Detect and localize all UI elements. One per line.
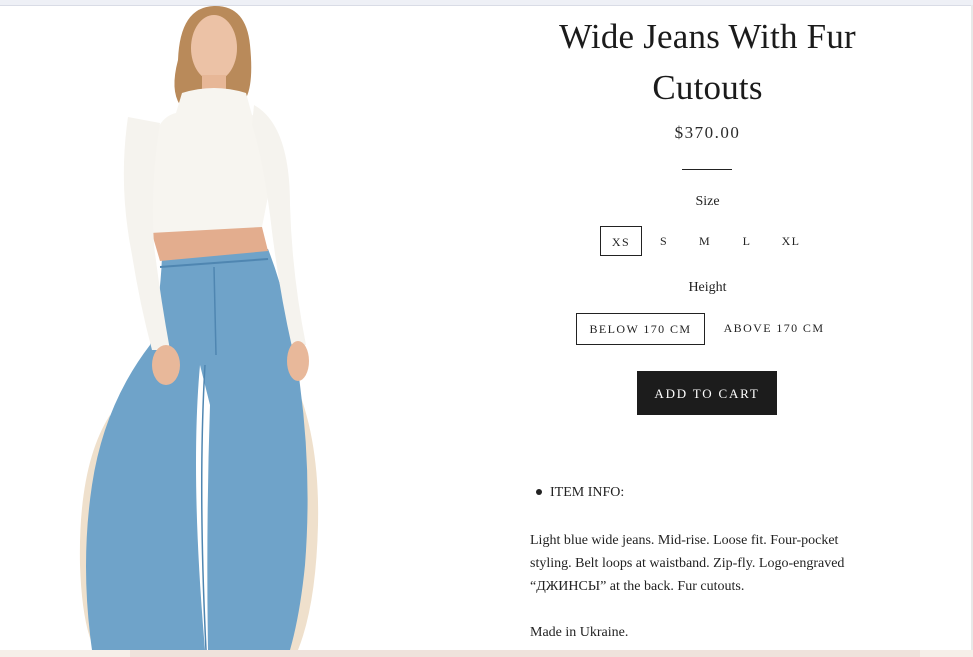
face-shape (191, 15, 237, 81)
size-option-l[interactable]: L (734, 226, 760, 256)
product-price: $370.00 (674, 123, 741, 142)
model-illustration (79, 5, 319, 650)
made-in-text: Made in Ukraine. (530, 625, 629, 640)
item-info-label: ITEM INFO: (550, 485, 625, 500)
right-hand-shape (287, 341, 309, 381)
height-option-below-170[interactable]: BELOW 170 CM (576, 313, 705, 345)
size-label: Size (695, 194, 720, 209)
product-info-panel: Wide Jeans With Fur Cutouts $370.00 Size… (520, 5, 973, 650)
product-title-line-2: Cutouts (652, 68, 763, 107)
product-title-line-1: Wide Jeans With Fur (559, 17, 856, 56)
size-option-m[interactable]: M (690, 226, 720, 256)
size-option-xl[interactable]: XL (773, 226, 809, 256)
height-option-above-170[interactable]: ABOVE 170 CM (716, 313, 832, 345)
product-description: Light blue wide jeans. Mid-rise. Loose f… (530, 533, 845, 594)
price-divider (682, 169, 732, 170)
add-to-cart-button[interactable]: ADD TO CART (637, 371, 777, 415)
product-image[interactable] (0, 5, 520, 650)
bottom-strip (0, 650, 973, 657)
size-option-s[interactable]: S (650, 226, 678, 256)
item-info-bullet: ITEM INFO: (536, 485, 624, 501)
size-option-xs[interactable]: XS (600, 226, 642, 256)
jeans-shape (86, 249, 308, 650)
left-hand-shape (152, 345, 180, 385)
product-title: Wide Jeans With Fur Cutouts (520, 11, 895, 113)
bullet-dot-icon (536, 488, 542, 495)
height-label: Height (688, 280, 727, 295)
